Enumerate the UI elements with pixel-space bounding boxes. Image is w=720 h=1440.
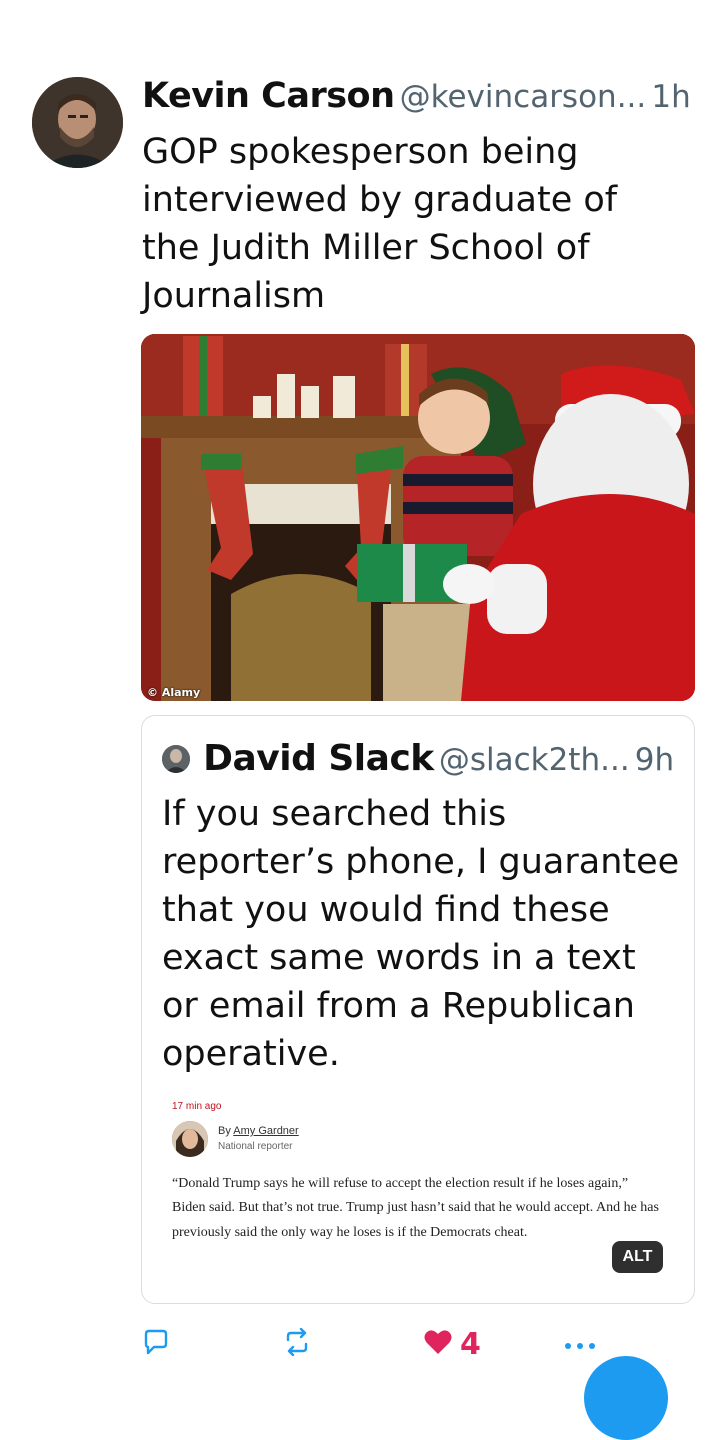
author-handle[interactable]: @kevincarson...: [400, 79, 647, 115]
more-icon: [564, 1335, 596, 1354]
like-count: 4: [460, 1326, 481, 1362]
heart-icon: [424, 1329, 452, 1359]
author-name[interactable]: Kevin Carson: [142, 76, 395, 116]
tweet-header: Kevin Carson @kevincarson... 1h: [142, 76, 702, 116]
reporter-avatar: [172, 1121, 208, 1157]
article-author-line: By Amy Gardner: [218, 1125, 299, 1137]
compose-button[interactable]: [584, 1356, 668, 1440]
article-author-role: National reporter: [218, 1141, 293, 1152]
article-time-ago: 17 min ago: [172, 1101, 222, 1112]
article-body: “Donald Trump says he will refuse to acc…: [172, 1176, 659, 1240]
quoted-tweet-text: If you searched this reporter’s phone, I…: [162, 794, 680, 1074]
quoted-screenshot: 17 min ago By Amy Gardner National repor…: [172, 1101, 672, 1240]
tweet-media-image[interactable]: © Alamy: [141, 334, 695, 701]
quoted-tweet-time: 9h: [634, 742, 675, 778]
quoted-tweet-header: David Slack @slack2th... 9h: [162, 738, 674, 779]
retweet-button[interactable]: [282, 1326, 312, 1362]
like-button[interactable]: 4: [424, 1326, 481, 1362]
quoted-author-handle: @slack2th...: [438, 742, 630, 778]
article-author: Amy Gardner: [233, 1125, 299, 1137]
article-byline: By Amy Gardner National reporter: [172, 1121, 672, 1161]
reply-icon: [142, 1328, 170, 1360]
author-avatar[interactable]: [32, 77, 123, 168]
alt-badge[interactable]: ALT: [612, 1241, 663, 1273]
tweet-time[interactable]: 1h: [651, 79, 690, 115]
quoted-author-avatar: [162, 745, 190, 773]
quoted-author-name: David Slack: [203, 738, 434, 779]
image-watermark: © Alamy: [147, 686, 201, 699]
tweet-text: GOP spokesperson being interviewed by gr…: [142, 132, 618, 316]
quoted-tweet[interactable]: David Slack @slack2th... 9h If you searc…: [141, 715, 695, 1304]
retweet-icon: [282, 1327, 312, 1360]
reply-button[interactable]: [142, 1326, 170, 1362]
by-label: By: [218, 1125, 231, 1137]
more-button[interactable]: [564, 1326, 596, 1362]
